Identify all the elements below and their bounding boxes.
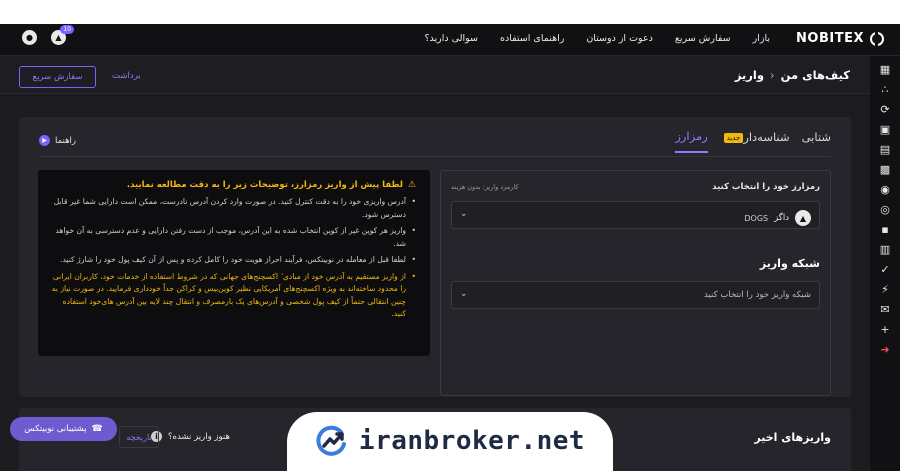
warning-item-highlight: از واریز مستقیم به آدرس خود از مبادی ٔ ا… <box>50 271 416 321</box>
fee-note: کارمزد واریز: بدون هزینه <box>451 183 519 191</box>
tab-identified-label: شناسه‌دار <box>743 130 790 144</box>
coin-symbol: DOGS <box>744 213 769 223</box>
warning-item: لطفا قبل از معامله در نوبیتکس، فرآیند اح… <box>50 254 416 267</box>
lightning-icon[interactable]: ⚡ <box>878 282 892 296</box>
user-profile-icon[interactable]: ● <box>22 30 37 45</box>
headset-icon: ☎ <box>91 424 103 434</box>
coin-select-label: رمزارز خود را انتخاب کنید <box>712 182 820 192</box>
warning-box: ⚠ لطفا پیش از واریز رمزارز، توضیحات زیر … <box>38 170 430 356</box>
breadcrumb: کیف‌های من › واریز <box>735 68 850 82</box>
id-card-icon[interactable]: ▪ <box>878 222 892 236</box>
breadcrumb-deposit: واریز <box>734 68 764 82</box>
nav-link-faq[interactable]: سوالی دارید؟ <box>425 33 478 44</box>
nav-link-quick-order[interactable]: سفارش سریع <box>675 33 731 44</box>
tab-instant[interactable]: شتابی <box>802 130 831 152</box>
top-navbar: NOBITEX بازار سفارش سریع دعوت از دوستان … <box>0 24 900 56</box>
logout-icon[interactable]: ➜ <box>878 342 892 356</box>
warning-title: ⚠ لطفا پیش از واریز رمزارز، توضیحات زیر … <box>50 180 416 190</box>
coin-select[interactable]: ⌄ ▲ داگز DOGS <box>451 201 820 229</box>
clipboard-icon[interactable]: ▩ <box>878 162 892 176</box>
tab-identified[interactable]: شناسه‌دارجدید <box>720 130 790 152</box>
tab-crypto[interactable]: رمزارز <box>675 129 708 153</box>
nobitex-logo-icon <box>870 31 884 46</box>
breadcrumb-bar: کیف‌های من › واریز سفارش سریع برداشت <box>0 56 870 94</box>
warning-title-text: لطفا پیش از واریز رمزارز، توضیحات زیر را… <box>126 180 403 190</box>
coin-select-value: ▲ داگز DOGS <box>744 210 811 226</box>
warning-list: آدرس واریزی خود را به دقت کنترل کنید. در… <box>50 196 416 321</box>
network-title: شبکه واریز <box>759 257 820 270</box>
guide-button[interactable]: ▶ راهنما <box>39 135 76 146</box>
tab-divider <box>39 156 831 157</box>
wallet-icon[interactable]: ▣ <box>878 122 892 136</box>
coin-icon[interactable]: ◉ <box>878 182 892 196</box>
deposit-card: شتابی شناسه‌دارجدید رمزارز ▶ راهنما ⚠ لط… <box>19 117 851 397</box>
chevron-down-icon: ⌄ <box>460 209 468 219</box>
brand-logo[interactable]: NOBITEX <box>796 31 884 46</box>
brand-name: NOBITEX <box>796 31 864 46</box>
guide-label: راهنما <box>55 135 77 146</box>
deposit-tabs: شتابی شناسه‌دارجدید رمزارز <box>675 129 831 153</box>
coin-name: داگز <box>774 213 789 223</box>
nav-links: بازار سفارش سریع دعوت از دوستان راهنمای … <box>425 33 771 44</box>
nav-link-market[interactable]: بازار <box>753 33 770 44</box>
shield-check-icon[interactable]: ✓ <box>878 262 892 276</box>
network-select-value: شبکه واریز خود را انتخاب کنید <box>704 290 811 300</box>
nav-link-invite-friends[interactable]: دعوت از دوستان <box>586 33 653 44</box>
warning-item: واریز هر کوین غیر از کوین انتخاب شده به … <box>50 225 416 250</box>
warning-item: آدرس واریزی خود را به دقت کنترل کنید. در… <box>50 196 416 221</box>
calendar-icon[interactable]: ▥ <box>878 242 892 256</box>
watermark: iranbroker.net <box>287 412 613 471</box>
add-user-icon[interactable]: + <box>878 322 892 336</box>
not-arrived-help[interactable]: i هنوز واریز نشده؟ <box>151 431 230 442</box>
play-icon: ▶ <box>39 135 50 146</box>
chart-icon[interactable]: ▤ <box>878 142 892 156</box>
support-button[interactable]: پشتیبانی نوبیتکس ☎ <box>10 417 117 441</box>
withdraw-link[interactable]: برداشت <box>112 71 141 81</box>
new-badge: جدید <box>723 132 744 143</box>
notification-bell-icon[interactable]: ▲ 10 <box>51 25 74 45</box>
chevron-down-icon: ⌄ <box>460 289 468 299</box>
refresh-icon[interactable]: ⟳ <box>878 102 892 116</box>
support-label: پشتیبانی نوبیتکس <box>24 424 87 434</box>
recent-deposits-title: واریزهای اخیر <box>754 431 831 444</box>
iranbroker-logo-icon <box>316 425 346 456</box>
dogs-coin-icon: ▲ <box>795 210 811 226</box>
quick-order-button[interactable]: سفارش سریع <box>19 66 96 88</box>
breadcrumb-separator: › <box>770 68 775 82</box>
nav-link-guide[interactable]: راهنمای استفاده <box>500 33 564 44</box>
warning-triangle-icon: ⚠ <box>407 180 416 190</box>
breadcrumb-wallets[interactable]: کیف‌های من <box>781 68 850 82</box>
notification-badge: 10 <box>60 25 74 34</box>
network-select[interactable]: ⌄ شبکه واریز خود را انتخاب کنید <box>451 281 820 309</box>
deposit-form: رمزارز خود را انتخاب کنید کارمزد واریز: … <box>440 170 831 396</box>
network-placeholder: شبکه واریز خود را انتخاب کنید <box>704 290 811 300</box>
right-sidebar: ▦ ∴ ⟳ ▣ ▤ ▩ ◉ ◎ ▪ ▥ ✓ ⚡ ✉ + ➜ <box>870 56 900 471</box>
dashboard-icon[interactable]: ▦ <box>878 62 892 76</box>
market-dots-icon[interactable]: ∴ <box>878 82 892 96</box>
mail-icon[interactable]: ✉ <box>878 302 892 316</box>
app-frame: NOBITEX بازار سفارش سریع دعوت از دوستان … <box>0 24 900 471</box>
nav-user-icons: ● ▲ 10 <box>22 25 74 45</box>
watermark-text: iranbroker.net <box>358 426 586 456</box>
target-icon[interactable]: ◎ <box>878 202 892 216</box>
not-arrived-text: هنوز واریز نشده؟ <box>168 431 230 442</box>
history-button[interactable]: تاریخچه <box>119 426 159 448</box>
